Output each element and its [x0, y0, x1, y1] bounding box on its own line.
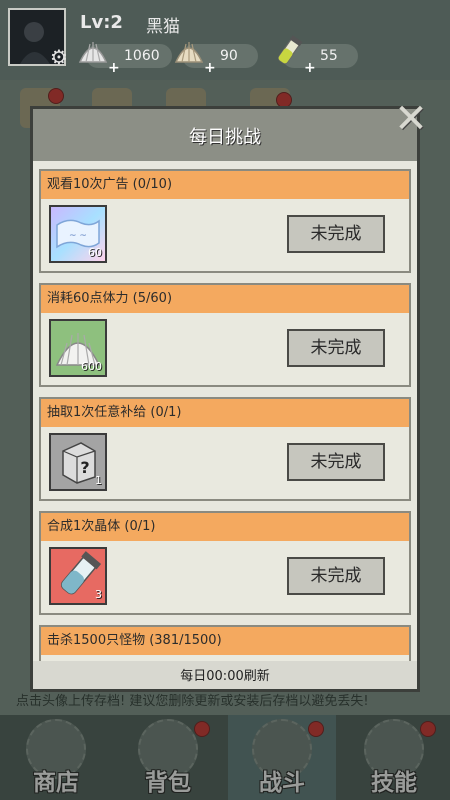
- reward-item[interactable]: ~ ~ 60: [49, 205, 107, 263]
- task-card: 合成1次晶体 (0/1) 3 未完成: [39, 511, 411, 615]
- task-status-button[interactable]: 未完成: [287, 443, 385, 481]
- plus-icon: +: [304, 60, 316, 76]
- reward-qty: 60: [88, 246, 102, 259]
- resource-shells[interactable]: + 1060: [78, 42, 172, 76]
- reward-item[interactable]: ? 1: [49, 433, 107, 491]
- task-title: 观看10次广告 (0/10): [41, 171, 409, 199]
- top-bar: ⚙ Lv:2 黑猫 + 1060 + 90 + 55: [0, 0, 450, 80]
- resource-value: 55: [320, 48, 338, 64]
- close-icon[interactable]: ✕: [392, 99, 430, 139]
- svg-text:~ ~: ~ ~: [69, 231, 87, 241]
- refresh-note: 每日00:00刷新: [180, 669, 270, 684]
- shell-icon: [174, 42, 204, 63]
- task-status-button[interactable]: 未完成: [287, 557, 385, 595]
- reward-qty: 3: [95, 588, 102, 601]
- task-status-button[interactable]: 未完成: [287, 329, 385, 367]
- player-level: Lv:2: [80, 12, 123, 33]
- plus-icon: +: [204, 60, 216, 76]
- modal-title: 每日挑战: [189, 127, 261, 148]
- reward-qty: 1: [95, 474, 102, 487]
- resource-value: 90: [220, 48, 238, 64]
- vial-icon: [278, 35, 303, 64]
- task-card: 观看10次广告 (0/10) ~ ~ 60 未完成: [39, 169, 411, 273]
- shell-icon: [78, 42, 108, 63]
- resource-value: 1060: [124, 48, 160, 64]
- task-card: 消耗60点体力 (5/60) 600 未完成: [39, 283, 411, 387]
- task-title: 击杀1500只怪物 (381/1500): [41, 627, 409, 655]
- task-title: 抽取1次任意补给 (0/1): [41, 399, 409, 427]
- resource-vials[interactable]: + 55: [278, 35, 358, 76]
- task-list[interactable]: 观看10次广告 (0/10) ~ ~ 60 未完成 消耗60点体力 (5/60)…: [33, 161, 417, 661]
- task-card: 击杀1500只怪物 (381/1500): [39, 625, 411, 661]
- task-title: 消耗60点体力 (5/60): [41, 285, 409, 313]
- task-card: 抽取1次任意补给 (0/1) ? 1 未完成: [39, 397, 411, 501]
- task-title: 合成1次晶体 (0/1): [41, 513, 409, 541]
- gear-icon[interactable]: ⚙: [48, 46, 70, 68]
- reward-qty: 600: [81, 360, 102, 373]
- task-status-button[interactable]: 未完成: [287, 215, 385, 253]
- reward-item[interactable]: 3: [49, 547, 107, 605]
- svg-text:?: ?: [80, 458, 89, 477]
- plus-icon: +: [108, 60, 120, 76]
- daily-challenge-modal: 每日挑战 观看10次广告 (0/10) ~ ~ 60 未完成 消耗60点体力 (…: [30, 106, 420, 692]
- reward-item[interactable]: 600: [49, 319, 107, 377]
- resource-gold-shells[interactable]: + 90: [174, 42, 258, 76]
